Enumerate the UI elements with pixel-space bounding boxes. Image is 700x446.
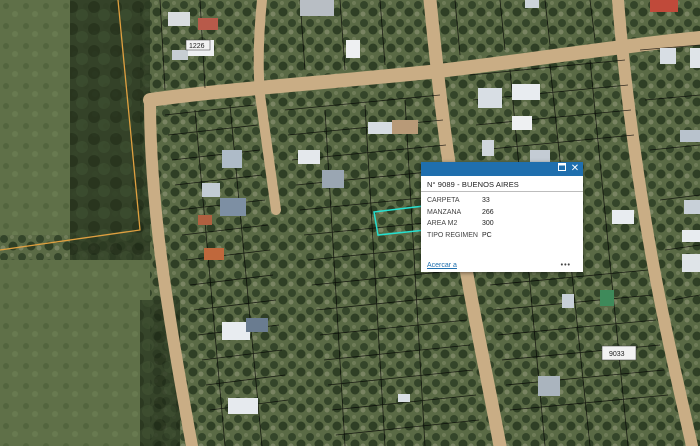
field (0, 260, 150, 446)
tree-cluster (70, 0, 150, 260)
attribute-key: TIPO REGIMEN (427, 231, 478, 239)
more-options-icon[interactable]: ••• (561, 262, 571, 269)
attribute-key: AREA M2 (427, 220, 458, 227)
attribute-row: MANZANA 266 (421, 207, 583, 219)
attribute-key: CARPETA (427, 197, 460, 204)
zoom-to-link[interactable]: Acercar a (427, 262, 457, 269)
attribute-row: TIPO REGIMEN PC (421, 230, 583, 242)
attribute-value: 266 (482, 208, 494, 216)
close-icon[interactable]: ✕ (569, 163, 581, 175)
parcel-info-popup: ✕ N° 9089 - BUENOS AIRES CARPETA 33 MANZ… (421, 162, 583, 272)
attribute-value: PC (482, 231, 492, 239)
attribute-key: MANZANA (427, 208, 462, 216)
attribute-row: AREA M2 300 (421, 218, 583, 230)
attribute-value: 33 (482, 197, 490, 204)
satellite-map[interactable]: 1226 9033 (0, 0, 700, 446)
maximize-icon[interactable] (556, 163, 568, 175)
popup-header: ✕ (421, 162, 583, 176)
attribute-value: 300 (482, 220, 494, 227)
house-label: 1226 (189, 43, 205, 50)
popup-title: N° 9089 - BUENOS AIRES (421, 176, 583, 192)
house-label: 9033 (609, 351, 625, 358)
attribute-row: CARPETA 33 (421, 195, 583, 207)
popup-footer: Acercar a ••• (427, 262, 577, 269)
